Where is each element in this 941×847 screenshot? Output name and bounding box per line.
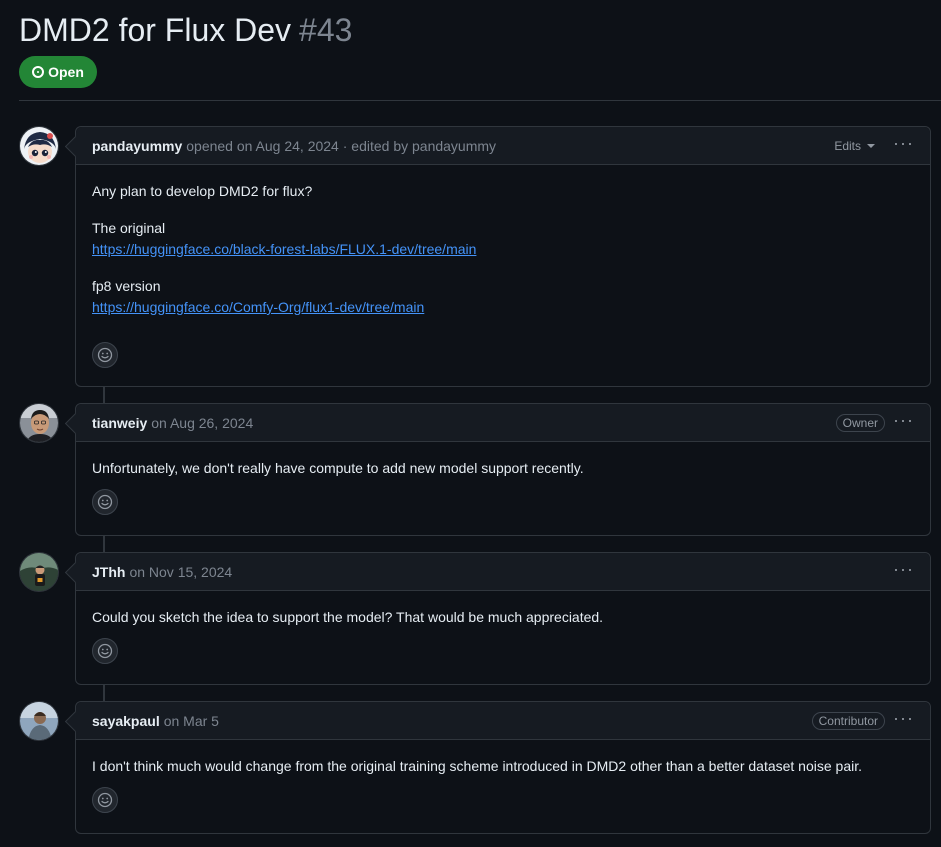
- comment-meta: on Aug 26, 2024: [151, 414, 254, 431]
- issue-state-badge: Open: [19, 56, 97, 88]
- comment-meta: opened on Aug 24, 2024 · edited by panda…: [186, 137, 497, 154]
- avatar-jthh[interactable]: [19, 552, 59, 592]
- kebab-horizontal-icon[interactable]: ···: [893, 411, 914, 431]
- comment-body: Could you sketch the idea to support the…: [76, 591, 930, 680]
- smiley-icon: [97, 494, 113, 510]
- comment-text: Unfortunately, we don't really have comp…: [92, 460, 584, 476]
- comment-link[interactable]: https://huggingface.co/black-forest-labs…: [92, 241, 476, 257]
- add-reaction-button[interactable]: [92, 342, 118, 368]
- comment-text: I don't think much would change from the…: [92, 758, 862, 774]
- comment-body: Any plan to develop DMD2 for flux? The o…: [76, 165, 930, 384]
- comment-card: JThh on Nov 15, 2024 ··· Could you sketc…: [75, 552, 931, 685]
- issue-title-row: DMD2 for Flux Dev #43: [19, 10, 352, 50]
- comment-meta: on Nov 15, 2024: [129, 563, 233, 580]
- comment-body: Unfortunately, we don't really have comp…: [76, 442, 930, 531]
- comment-author[interactable]: tianweiy: [92, 415, 147, 431]
- smiley-icon: [97, 792, 113, 808]
- comment-paragraph: The original https://huggingface.co/blac…: [92, 218, 914, 260]
- comment-meta: on Mar 5: [163, 712, 219, 729]
- smiley-icon: [97, 643, 113, 659]
- kebab-horizontal-icon[interactable]: ···: [893, 134, 914, 154]
- comment-author[interactable]: JThh: [92, 564, 125, 580]
- comment-text: Could you sketch the idea to support the…: [92, 609, 604, 625]
- kebab-horizontal-icon[interactable]: ···: [893, 560, 914, 580]
- add-reaction-button[interactable]: [92, 638, 118, 664]
- timeline-connector: [103, 684, 105, 702]
- timeline-connector: [103, 386, 105, 404]
- owner-badge: Owner: [835, 413, 886, 432]
- caret-down-icon: [867, 143, 876, 148]
- comment-header: JThh on Nov 15, 2024 ···: [76, 553, 930, 591]
- comment-header: pandayummy opened on Aug 24, 2024 · edit…: [76, 127, 930, 165]
- add-reaction-button[interactable]: [92, 787, 118, 813]
- edits-label: Edits: [834, 138, 862, 153]
- comment-author[interactable]: sayakpaul: [92, 713, 160, 729]
- kebab-horizontal-icon[interactable]: ···: [893, 709, 914, 729]
- avatar-pandayummy[interactable]: [19, 126, 59, 166]
- issue-title: DMD2 for Flux Dev: [19, 12, 292, 48]
- issue-opened-icon: [32, 66, 45, 78]
- comment-card: tianweiy on Aug 26, 2024 Owner ··· Unfor…: [75, 403, 931, 536]
- comment-header: tianweiy on Aug 26, 2024 Owner ···: [76, 404, 930, 442]
- comment-text: The original: [92, 220, 166, 236]
- contributor-badge: Contributor: [811, 711, 886, 730]
- comment-header: sayakpaul on Mar 5 Contributor ···: [76, 702, 930, 740]
- issue-number: #43: [299, 12, 353, 48]
- header-divider: [19, 100, 941, 101]
- comment-card: pandayummy opened on Aug 24, 2024 · edit…: [75, 126, 931, 387]
- avatar-tianweiy[interactable]: [19, 403, 59, 443]
- issue-state-label: Open: [48, 64, 84, 80]
- comment-card: sayakpaul on Mar 5 Contributor ··· I don…: [75, 701, 931, 834]
- timeline-connector: [103, 535, 105, 553]
- comment-text: fp8 version: [92, 278, 161, 294]
- smiley-icon: [97, 347, 113, 363]
- comment-paragraph: fp8 version https://huggingface.co/Comfy…: [92, 276, 914, 318]
- edits-dropdown[interactable]: Edits: [834, 138, 876, 153]
- comment-body: I don't think much would change from the…: [76, 740, 930, 829]
- comment-text: Any plan to develop DMD2 for flux?: [92, 183, 313, 199]
- add-reaction-button[interactable]: [92, 489, 118, 515]
- comment-author[interactable]: pandayummy: [92, 138, 182, 154]
- comment-link[interactable]: https://huggingface.co/Comfy-Org/flux1-d…: [92, 299, 424, 315]
- avatar-sayakpaul[interactable]: [19, 701, 59, 741]
